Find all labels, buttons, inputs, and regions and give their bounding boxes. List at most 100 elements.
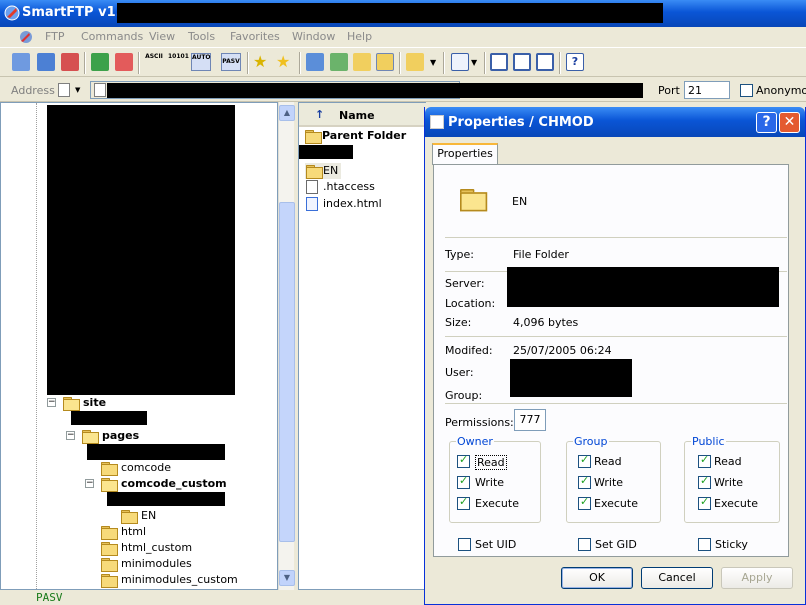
owner-execute-checkbox[interactable] [457, 495, 470, 510]
binary-mode-button[interactable]: 10101 [168, 53, 189, 71]
tab-properties[interactable]: Properties [432, 143, 498, 165]
properties-chmod-dialog[interactable]: Properties / CHMOD ? ✕ Properties EN Typ… [424, 107, 806, 605]
tree-item-label: site [83, 396, 107, 409]
help-icon[interactable]: ? [566, 53, 584, 71]
folder-icon [460, 189, 488, 212]
folder-icon [101, 574, 118, 588]
public-execute-label: Execute [714, 497, 758, 510]
transfer-log-icon[interactable] [330, 53, 348, 71]
collapse-icon[interactable]: − [47, 398, 56, 407]
reconnect-icon[interactable] [37, 53, 55, 71]
toolbar: ASCII 10101 AUTO PASV ★ ★ ▼ ▼ ? [0, 47, 806, 77]
ok-button[interactable]: OK [561, 567, 633, 589]
sticky-checkbox[interactable] [698, 538, 711, 551]
ascii-mode-button[interactable]: ASCII [145, 53, 163, 71]
permissions-input[interactable]: 777 [514, 409, 546, 431]
menu-favorites[interactable]: Favorites [230, 30, 280, 43]
app-menu-icon[interactable] [18, 30, 34, 44]
apply-button[interactable]: Apply [721, 567, 793, 589]
scroll-up-icon[interactable]: ▲ [279, 105, 295, 121]
toolbar-separator [138, 52, 140, 74]
owner-read-label: Read [475, 455, 507, 470]
chevron-down-icon[interactable]: ▼ [430, 58, 436, 67]
divider [445, 336, 787, 337]
public-write-checkbox[interactable] [698, 474, 711, 489]
group-label: Group: [445, 389, 483, 402]
server-label: Server: [445, 277, 485, 290]
dialog-title: Properties / CHMOD [448, 115, 594, 130]
tree-scrollbar[interactable]: ▲ ▼ [278, 102, 295, 590]
chevron-down-icon[interactable]: ▼ [471, 58, 477, 67]
tile-horizontal-icon[interactable] [490, 53, 508, 71]
scroll-thumb[interactable] [279, 202, 295, 542]
location-label: Location: [445, 297, 496, 310]
size-value: 4,096 bytes [513, 316, 579, 329]
toolbar-separator [299, 52, 301, 74]
tree-item-label: minimodules_custom [121, 573, 238, 586]
list-item-en[interactable]: EN [305, 163, 341, 179]
close-icon[interactable]: ✕ [779, 112, 800, 133]
owner-execute-label: Execute [475, 497, 519, 510]
local-browser-icon[interactable] [353, 53, 371, 71]
tile-vertical-icon[interactable] [513, 53, 531, 71]
collapse-icon[interactable]: − [66, 431, 75, 440]
dialog-title-bar[interactable]: Properties / CHMOD ? ✕ [425, 107, 805, 137]
menu-ftp[interactable]: FTP [45, 30, 65, 43]
help-icon[interactable]: ? [756, 112, 777, 133]
folder-view-icon[interactable] [376, 53, 394, 71]
public-execute-checkbox[interactable] [698, 495, 711, 510]
column-header-name[interactable]: Name [339, 109, 375, 122]
menu-tools[interactable]: Tools [188, 30, 215, 43]
group-execute-label: Execute [594, 497, 638, 510]
cancel-button[interactable]: Cancel [641, 567, 713, 589]
group-write-checkbox[interactable] [578, 474, 591, 489]
list-item-label: Parent Folder [322, 129, 407, 142]
view-mode-icon[interactable] [451, 53, 469, 71]
collapse-icon[interactable]: − [85, 479, 94, 488]
folder-icon [305, 130, 322, 144]
sort-up-icon[interactable]: ↑ [315, 108, 324, 121]
open-folder-icon[interactable] [406, 53, 424, 71]
status-text: PASV [36, 591, 63, 604]
set-uid-checkbox[interactable] [458, 538, 471, 551]
list-item-label: .htaccess [323, 180, 375, 193]
disconnect-icon[interactable] [61, 53, 79, 71]
pasv-button[interactable]: PASV [221, 53, 241, 71]
port-input[interactable]: 21 [684, 81, 730, 99]
group-write-label: Write [594, 476, 624, 489]
html-file-icon [306, 197, 318, 211]
set-gid-checkbox[interactable] [578, 538, 591, 551]
refresh-icon[interactable] [91, 53, 109, 71]
group-execute-checkbox[interactable] [578, 495, 591, 510]
redacted-tree-region [47, 105, 235, 395]
remote-file-list[interactable]: ↑ Name Parent Folder EN .htaccess index.… [298, 102, 427, 590]
owner-read-checkbox[interactable] [457, 453, 470, 468]
public-group: Public Read Write Execute [684, 435, 780, 523]
folder-icon [101, 462, 118, 476]
owner-write-label: Write [475, 476, 505, 489]
set-uid-label: Set UID [475, 538, 517, 551]
redacted-tree-item [87, 444, 225, 460]
add-favorite-icon[interactable]: ★ [253, 53, 271, 71]
scroll-down-icon[interactable]: ▼ [279, 570, 295, 586]
document-icon[interactable] [58, 83, 70, 97]
menu-commands[interactable]: Commands [81, 30, 143, 43]
public-read-checkbox[interactable] [698, 453, 711, 468]
menu-window[interactable]: Window [292, 30, 335, 43]
menu-view[interactable]: View [149, 30, 175, 43]
menu-help[interactable]: Help [347, 30, 372, 43]
favorites-icon[interactable]: ★ [276, 53, 294, 71]
chevron-down-icon[interactable]: ▼ [75, 86, 80, 94]
connect-icon[interactable] [12, 53, 30, 71]
stop-icon[interactable] [115, 53, 133, 71]
window-title: SmartFTP v1.0 [22, 5, 130, 20]
auto-mode-button[interactable]: AUTO [191, 53, 211, 71]
group-read-checkbox[interactable] [578, 453, 591, 468]
redacted-list-item [299, 145, 353, 159]
global-queue-icon[interactable] [306, 53, 324, 71]
owner-write-checkbox[interactable] [457, 474, 470, 489]
anonymous-checkbox[interactable] [740, 84, 753, 97]
cascade-icon[interactable] [536, 53, 554, 71]
remote-folder-tree[interactable]: − site − pages comcode − comcode_custom … [0, 102, 278, 590]
title-bar[interactable]: SmartFTP v1.0 [0, 0, 806, 27]
